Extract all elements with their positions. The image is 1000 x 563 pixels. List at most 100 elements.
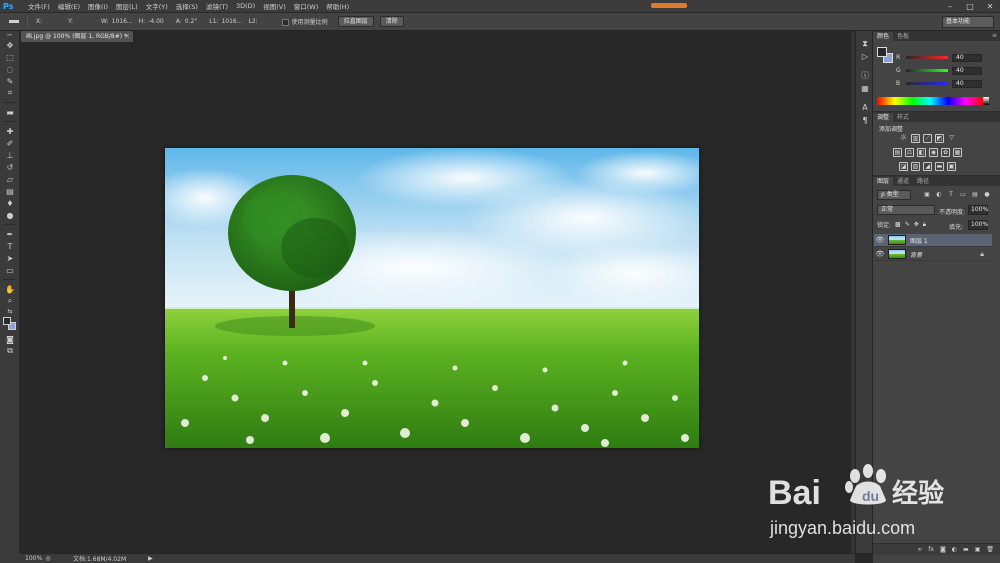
hand-tool-icon[interactable]: ✋ — [0, 283, 20, 295]
character-panel-icon[interactable]: A — [856, 101, 874, 114]
dodge-tool-icon[interactable]: ● — [0, 209, 20, 221]
visibility-eye-icon[interactable]: 👁︎ — [874, 236, 886, 244]
clear-button[interactable]: 清除 — [379, 16, 404, 27]
new-group-icon[interactable]: ▬ — [963, 546, 969, 553]
zoom-tool-icon[interactable]: ⌕ — [0, 295, 20, 307]
tab-swatches[interactable]: 色板 — [893, 32, 913, 41]
channel-mixer-icon[interactable]: ✿ — [941, 148, 950, 157]
use-measurement-scale-checkbox[interactable] — [281, 19, 289, 26]
grayscale-ramp[interactable] — [983, 97, 989, 105]
blend-mode-select[interactable]: 正常 — [877, 205, 935, 215]
foreground-color-swatch[interactable] — [3, 317, 11, 325]
gradient-map-icon[interactable]: ▬ — [935, 162, 944, 171]
type-tool-icon[interactable]: T — [0, 240, 20, 252]
fill-input[interactable]: 100% — [968, 220, 988, 230]
layer-filter-select[interactable]: ρ 类型 — [877, 190, 911, 200]
gradient-tool-icon[interactable]: ▤ — [0, 185, 20, 197]
path-select-tool-icon[interactable]: ➤ — [0, 252, 20, 264]
status-share-icon[interactable]: ◎ — [43, 555, 53, 562]
paragraph-panel-icon[interactable]: ¶ — [856, 114, 874, 127]
color-panel-swatches[interactable] — [877, 47, 893, 63]
eraser-tool-icon[interactable]: ▱ — [0, 173, 20, 185]
screen-mode-icon[interactable]: ⧉ — [0, 345, 20, 357]
menu-3d[interactable]: 3D(D) — [232, 2, 259, 10]
color-lookup-icon[interactable]: ▦ — [953, 148, 962, 157]
close-window-button[interactable]: ✕ — [984, 1, 996, 12]
menu-layer[interactable]: 图层(L) — [112, 1, 142, 11]
canvas-image[interactable] — [165, 148, 699, 448]
filter-smart-object-icon[interactable]: ▤ — [971, 191, 979, 199]
status-menu-arrow-icon[interactable]: ▶ — [126, 555, 153, 562]
properties-panel-icon[interactable]: ▦ — [856, 82, 874, 95]
rectangle-tool-icon[interactable]: ▭ — [0, 264, 20, 276]
blue-slider[interactable] — [906, 82, 948, 85]
close-document-icon[interactable]: × — [124, 31, 130, 42]
brightness-contrast-icon[interactable]: ☼ — [899, 134, 908, 143]
menu-view[interactable]: 视图(V) — [259, 1, 290, 11]
layer-row-layer-1[interactable]: 👁︎ 图层 1 — [874, 234, 992, 247]
green-value-input[interactable]: 40 — [952, 66, 982, 75]
minimize-button[interactable]: – — [944, 1, 956, 12]
quick-mask-icon[interactable]: ◙ — [0, 333, 20, 345]
history-panel-icon[interactable]: ⧗ — [856, 37, 874, 50]
selective-color-icon[interactable]: ▣ — [947, 162, 956, 171]
info-panel-icon[interactable]: ⓘ — [856, 69, 874, 82]
tab-styles[interactable]: 样式 — [893, 113, 913, 122]
tab-color[interactable]: 颜色 — [873, 32, 894, 41]
menu-filter[interactable]: 滤镜(T) — [202, 1, 232, 11]
move-tool-icon[interactable]: ✥ — [0, 39, 20, 51]
new-adjustment-layer-icon[interactable]: ◐ — [952, 546, 957, 553]
layer-row-background[interactable]: 👁︎ 背景 🔒︎ — [874, 248, 992, 261]
healing-brush-tool-icon[interactable]: ✚ — [0, 125, 20, 137]
use-measurement-scale[interactable]: 使用测量比例 — [281, 17, 328, 26]
green-slider[interactable] — [906, 69, 948, 72]
toolbar-grip-icon[interactable]: ▸▸ — [0, 31, 20, 39]
tab-layers[interactable]: 图层 — [873, 177, 894, 186]
visibility-eye-icon[interactable]: 👁︎ — [874, 250, 886, 258]
lock-all-icon[interactable]: 🔒︎ — [923, 221, 926, 229]
crop-tool-icon[interactable]: ⌗ — [0, 87, 20, 99]
color-balance-icon[interactable]: ⚖ — [905, 148, 914, 157]
marquee-tool-icon[interactable]: ⬚ — [0, 51, 20, 63]
filter-adjustment-icon[interactable]: ◐ — [935, 191, 943, 199]
threshold-icon[interactable]: ◢ — [923, 162, 932, 171]
new-layer-icon[interactable]: ▣ — [975, 546, 981, 553]
lasso-tool-icon[interactable]: ◌ — [0, 63, 20, 75]
filter-shape-icon[interactable]: ▭ — [959, 191, 967, 199]
ruler-tool-icon[interactable]: ▬ — [0, 106, 20, 118]
color-spectrum-bar[interactable] — [877, 97, 983, 105]
color-swatches[interactable] — [0, 315, 20, 333]
tab-paths[interactable]: 路径 — [913, 177, 933, 186]
menu-help[interactable]: 帮助(H) — [322, 1, 353, 11]
photo-filter-icon[interactable]: ◉ — [929, 148, 938, 157]
posterize-icon[interactable]: ▨ — [911, 162, 920, 171]
menu-edit[interactable]: 编辑(E) — [54, 1, 84, 11]
workspace-select[interactable]: 基本功能 — [942, 16, 994, 28]
add-mask-icon[interactable]: ◙ — [940, 546, 946, 553]
color-panel-foreground[interactable] — [877, 47, 887, 57]
curves-icon[interactable]: ⟋ — [923, 134, 932, 143]
exposure-icon[interactable]: ◩ — [935, 134, 944, 143]
lock-transparency-icon[interactable]: ▩ — [895, 221, 901, 228]
quick-select-tool-icon[interactable]: ✎ — [0, 75, 20, 87]
menu-window[interactable]: 窗口(W) — [290, 1, 323, 11]
maximize-button[interactable]: □ — [964, 1, 976, 12]
actions-panel-icon[interactable]: ▷ — [856, 50, 874, 63]
levels-icon[interactable]: ▥ — [911, 134, 920, 143]
black-white-icon[interactable]: ◧ — [917, 148, 926, 157]
pen-tool-icon[interactable]: ✒ — [0, 228, 20, 240]
ruler-tool-preset[interactable] — [6, 15, 28, 28]
red-slider[interactable] — [906, 56, 948, 59]
lock-position-icon[interactable]: ✥ — [914, 221, 919, 228]
tab-channels[interactable]: 通道 — [893, 177, 913, 186]
layer-style-icon[interactable]: fx — [928, 546, 934, 553]
menu-file[interactable]: 文件(F) — [24, 1, 54, 11]
history-brush-tool-icon[interactable]: ↺ — [0, 161, 20, 173]
invert-icon[interactable]: ◪ — [899, 162, 908, 171]
vibrance-icon[interactable]: ▽ — [947, 134, 956, 143]
blue-value-input[interactable]: 40 — [952, 79, 982, 88]
tab-adjustments[interactable]: 调整 — [873, 113, 894, 122]
filter-type-icon[interactable]: T — [947, 191, 955, 199]
blur-tool-icon[interactable]: ♦ — [0, 197, 20, 209]
filter-toggle-icon[interactable]: ● — [983, 191, 991, 199]
